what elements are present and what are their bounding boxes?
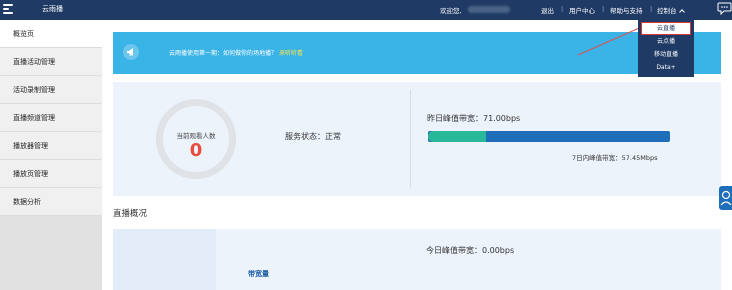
user-center-link[interactable]: 用户中心 bbox=[569, 5, 595, 15]
sidebar-item-player[interactable]: 播放器管理 bbox=[0, 132, 102, 160]
viewer-count-ring: 当前观看人数 0 bbox=[156, 99, 236, 179]
service-status: 服务状态：正常 bbox=[285, 132, 341, 141]
sidebar-item-playback-page[interactable]: 播放页管理 bbox=[0, 160, 102, 188]
sidebar-item-channels[interactable]: 直播频道管理 bbox=[0, 104, 102, 132]
stats-panel: 当前观看人数 0 服务状态：正常 昨日峰值带宽：71.00bps 7日内峰值带宽… bbox=[113, 82, 721, 196]
sidebar-item-overview[interactable]: 概览页 bbox=[0, 20, 102, 48]
sidebar-filler bbox=[0, 216, 102, 290]
menu-icon[interactable] bbox=[3, 4, 13, 16]
viewer-count-value: 0 bbox=[189, 140, 203, 161]
console-menu[interactable]: 控制台 bbox=[657, 5, 685, 15]
bandwidth-bar-fill bbox=[428, 131, 487, 142]
section-title-live-overview: 直播概况 bbox=[113, 209, 148, 219]
welcome-text: 欢迎您, bbox=[440, 7, 462, 15]
console-dropdown: 云直播 云点播 移动直播 Data+ bbox=[638, 20, 694, 77]
logout-link[interactable]: 退出 bbox=[541, 5, 554, 15]
bandwidth-bar bbox=[428, 131, 670, 142]
nav-separator: | bbox=[650, 5, 653, 13]
sidebar-item-live-activity[interactable]: 直播活动管理 bbox=[0, 48, 102, 76]
sidebar-item-recording[interactable]: 活动录制管理 bbox=[0, 76, 102, 104]
viewer-count-label: 当前观看人数 bbox=[176, 132, 216, 140]
live-overview-panel: 带宽量 今日峰值带宽：0.00bps bbox=[113, 229, 721, 290]
nav-separator: | bbox=[561, 5, 564, 13]
username-redacted bbox=[468, 6, 510, 13]
notice-message: 云雨播使用第一期：如何做你的场地播？ bbox=[169, 50, 278, 57]
notice-link[interactable]: 来听听看 bbox=[279, 50, 303, 57]
console-label: 控制台 bbox=[657, 7, 677, 15]
bandwidth-tab[interactable]: 带宽量 bbox=[248, 269, 269, 279]
nav-separator: | bbox=[602, 5, 605, 13]
dropdown-item-mobile-live[interactable]: 移动直播 bbox=[638, 48, 694, 61]
customer-service-icon[interactable] bbox=[719, 186, 732, 210]
overview-card bbox=[113, 229, 216, 290]
notice-text: 云雨播使用第一期：如何做你的场地播？ 来听听看 bbox=[169, 48, 303, 57]
app-title: 云雨播 bbox=[42, 5, 63, 13]
chat-icon[interactable] bbox=[717, 1, 732, 15]
sidebar: 概览页 直播活动管理 活动录制管理 直播频道管理 播放器管理 播放页管理 数据分… bbox=[0, 20, 102, 290]
today-peak-bandwidth: 今日峰值带宽：0.00bps bbox=[426, 246, 515, 255]
help-support-link[interactable]: 帮助与支持 bbox=[610, 5, 643, 15]
dropdown-item-cloud-live[interactable]: 云直播 bbox=[641, 22, 691, 35]
divider bbox=[410, 90, 411, 188]
dropdown-item-data-plus[interactable]: Data+ bbox=[638, 61, 694, 74]
chevron-up-icon bbox=[678, 9, 685, 15]
megaphone-icon bbox=[123, 44, 139, 60]
sidebar-item-analytics[interactable]: 数据分析 bbox=[0, 188, 102, 216]
dropdown-item-vod[interactable]: 云点播 bbox=[638, 35, 694, 48]
seven-day-peak-bandwidth: 7日内峰值带宽：57.45Mbps bbox=[572, 154, 658, 162]
yesterday-peak-bandwidth: 昨日峰值带宽：71.00bps bbox=[427, 114, 521, 123]
